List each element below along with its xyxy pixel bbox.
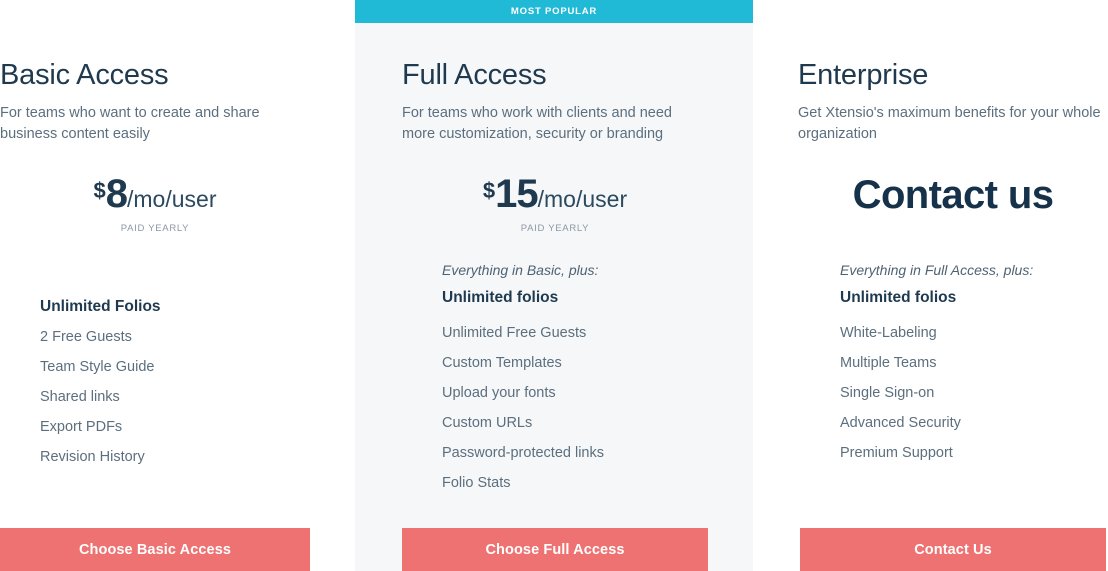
- most-popular-badge: MOST POPULAR: [355, 0, 753, 23]
- feature-item: Folio Stats: [442, 475, 511, 491]
- feature-item: Custom Templates: [442, 355, 562, 371]
- plan-description-basic: For teams who want to create and share b…: [0, 105, 260, 142]
- banner-spacer-basic: [0, 0, 355, 23]
- feature-list-basic: Unlimited Folios 2 Free Guests Team Styl…: [0, 292, 161, 472]
- feature-intro-full: Everything in Basic, plus:: [442, 262, 599, 278]
- feature-item: Unlimited Free Guests: [442, 325, 587, 341]
- price-note-basic: PAID YEARLY: [120, 223, 190, 234]
- price-period-basic: /mo/user: [127, 186, 217, 212]
- feature-item: Team Style Guide: [40, 359, 155, 375]
- feature-item: Upload your fonts: [442, 385, 556, 401]
- price-currency-basic: $: [93, 178, 106, 203]
- plan-description-enterprise: Get Xtensio's maximum benefits for your …: [798, 105, 1101, 142]
- feature-item: Advanced Security: [840, 415, 961, 431]
- plan-title-full: Full Access: [402, 59, 547, 91]
- banner-spacer-enterprise: [753, 0, 1108, 23]
- feature-list-full: Everything in Basic, plus: Unlimited fol…: [402, 263, 604, 498]
- feature-item: Unlimited Folios: [40, 298, 161, 315]
- plan-description-full: For teams who work with clients and need…: [402, 105, 672, 142]
- plan-title-enterprise: Enterprise: [798, 59, 929, 91]
- feature-item: Premium Support: [840, 445, 953, 461]
- feature-item: Revision History: [40, 449, 145, 465]
- price-note-full: PAID YEARLY: [520, 223, 590, 234]
- price-contact-enterprise: Contact us: [852, 173, 1054, 217]
- feature-intro-enterprise: Everything in Full Access, plus:: [840, 262, 1034, 278]
- price-block-full: $15/mo/user PAID YEARLY: [402, 145, 708, 234]
- feature-item: White-Labeling: [840, 325, 937, 341]
- price-currency-full: $: [482, 178, 496, 203]
- contact-us-button[interactable]: Contact Us: [800, 528, 1106, 571]
- feature-item: Unlimited folios: [442, 289, 559, 306]
- plan-body-full: Full Access For teams who work with clie…: [355, 23, 753, 235]
- plan-title-basic: Basic Access: [0, 59, 169, 91]
- feature-item: Single Sign-on: [840, 385, 935, 401]
- feature-list-enterprise: Everything in Full Access, plus: Unlimit…: [800, 263, 1033, 468]
- price-amount-basic: 8: [105, 172, 128, 216]
- feature-item: Password-protected links: [442, 445, 604, 461]
- pricing-table: Basic Access For teams who want to creat…: [0, 0, 1108, 571]
- choose-full-access-button[interactable]: Choose Full Access: [402, 528, 708, 571]
- feature-item: Multiple Teams: [840, 355, 937, 371]
- plan-card-basic: Basic Access For teams who want to creat…: [0, 0, 355, 571]
- price-period-full: /mo/user: [537, 186, 628, 212]
- plan-body-basic: Basic Access For teams who want to creat…: [0, 23, 355, 235]
- price-amount-full: 15: [495, 172, 538, 216]
- price-line-basic: $8/mo/user: [0, 174, 310, 214]
- feature-item: 2 Free Guests: [40, 329, 132, 345]
- feature-item: Custom URLs: [442, 415, 533, 431]
- price-line-full: $15/mo/user: [402, 174, 708, 214]
- price-block-basic: $8/mo/user PAID YEARLY: [0, 145, 310, 234]
- feature-item: Export PDFs: [40, 419, 123, 435]
- choose-basic-access-button[interactable]: Choose Basic Access: [0, 528, 310, 571]
- plan-body-enterprise: Enterprise Get Xtensio's maximum benefit…: [753, 23, 1108, 217]
- feature-item: Shared links: [40, 389, 120, 405]
- feature-item: Unlimited folios: [840, 289, 957, 306]
